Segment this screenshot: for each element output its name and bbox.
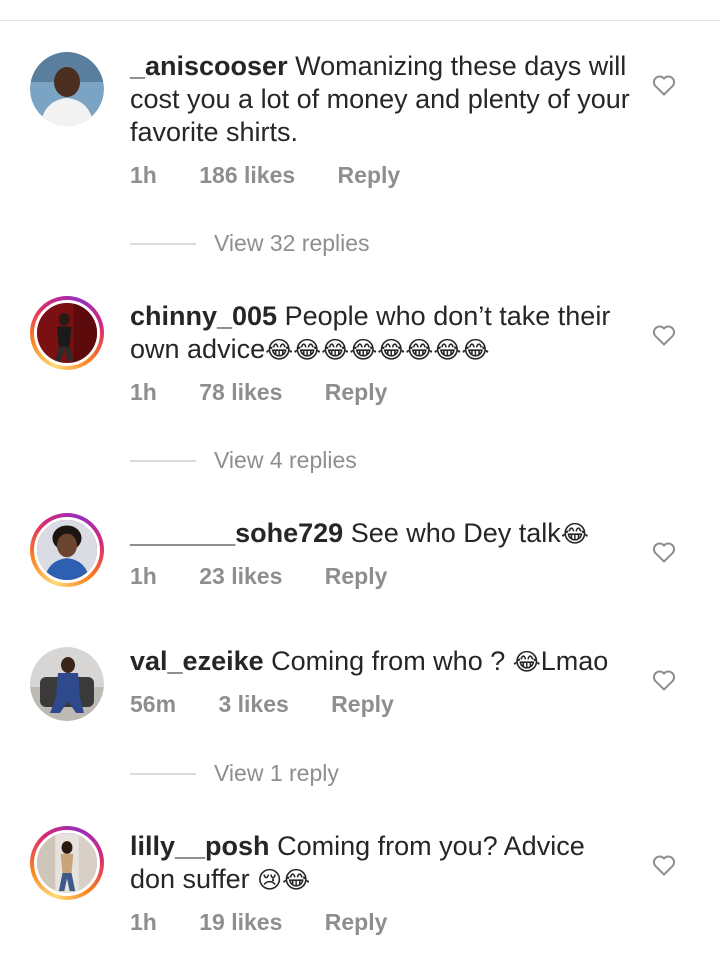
- avatar[interactable]: [30, 296, 104, 370]
- comment-likes[interactable]: 186 likes: [199, 162, 295, 188]
- comment-meta: 1h 78 likes Reply: [130, 379, 423, 406]
- comment-text-suffix: Lmao: [540, 646, 609, 676]
- replies-divider-line: [130, 772, 196, 775]
- replies-divider-line: [130, 459, 196, 462]
- comment-username[interactable]: _aniscooser: [130, 51, 288, 81]
- comment-username[interactable]: val_ezeike: [130, 646, 264, 676]
- view-replies-button[interactable]: View 32 replies: [130, 230, 370, 257]
- view-replies-label: View 1 reply: [214, 760, 339, 786]
- comment-meta: 1h 19 likes Reply: [130, 909, 423, 936]
- avatar-photo: [30, 52, 104, 126]
- comment-body: _aniscooser Womanizing these days will c…: [130, 50, 630, 149]
- reply-button[interactable]: Reply: [325, 909, 388, 935]
- comment-body: val_ezeike Coming from who ? 😂Lmao: [130, 645, 630, 679]
- heart-icon[interactable]: [652, 324, 676, 346]
- comment-time: 56m: [130, 691, 177, 717]
- comment-meta: 1h 186 likes Reply: [130, 162, 436, 189]
- comment-likes[interactable]: 3 likes: [218, 691, 288, 717]
- heart-icon[interactable]: [652, 541, 676, 563]
- avatar[interactable]: [30, 826, 104, 900]
- comment-time: 1h: [130, 379, 157, 405]
- reply-button[interactable]: Reply: [325, 563, 388, 589]
- heart-icon[interactable]: [652, 854, 676, 876]
- comment-username[interactable]: _______sohe729: [130, 518, 343, 548]
- reply-button[interactable]: Reply: [325, 379, 388, 405]
- comment-meta: 1h 23 likes Reply: [130, 563, 423, 590]
- view-replies-label: View 4 replies: [214, 447, 357, 473]
- comment-likes[interactable]: 78 likes: [199, 379, 282, 405]
- reply-button[interactable]: Reply: [331, 691, 394, 717]
- comment-body: chinny_005 People who don’t take their o…: [130, 300, 630, 367]
- view-replies-button[interactable]: View 4 replies: [130, 447, 357, 474]
- view-replies-button[interactable]: View 1 reply: [130, 760, 339, 787]
- comment-username[interactable]: chinny_005: [130, 301, 277, 331]
- comment-text: See who Dey talk: [350, 518, 561, 548]
- avatar[interactable]: [30, 647, 104, 721]
- avatar-photo: [30, 647, 104, 721]
- laughing-emoji: 😂😂😂😂😂😂😂😂: [265, 336, 490, 364]
- comment-text: Coming from who ?: [271, 646, 513, 676]
- reply-button[interactable]: Reply: [338, 162, 401, 188]
- avatar-photo: [37, 303, 97, 363]
- comment-likes[interactable]: 23 likes: [199, 563, 282, 589]
- heart-icon[interactable]: [652, 669, 676, 691]
- comment-username[interactable]: lilly__posh: [130, 831, 270, 861]
- top-divider: [0, 20, 720, 21]
- comment-time: 1h: [130, 563, 157, 589]
- avatar[interactable]: [30, 52, 104, 126]
- comment-likes[interactable]: 19 likes: [199, 909, 282, 935]
- comment-body: _______sohe729 See who Dey talk😂: [130, 517, 630, 551]
- avatar-photo: [37, 833, 97, 893]
- avatar[interactable]: [30, 513, 104, 587]
- comment-time: 1h: [130, 162, 157, 188]
- comment-time: 1h: [130, 909, 157, 935]
- comment-body: lilly__posh Coming from you? Advice don …: [130, 830, 630, 897]
- comment-meta: 56m 3 likes Reply: [130, 691, 430, 718]
- avatar-photo: [37, 520, 97, 580]
- laughing-emoji: 😂: [560, 520, 589, 548]
- view-replies-label: View 32 replies: [214, 230, 370, 256]
- replies-divider-line: [130, 242, 196, 245]
- heart-icon[interactable]: [652, 74, 676, 96]
- laughing-emoji: 😂: [512, 648, 541, 676]
- crying-laughing-emoji: 😢😂: [257, 866, 311, 894]
